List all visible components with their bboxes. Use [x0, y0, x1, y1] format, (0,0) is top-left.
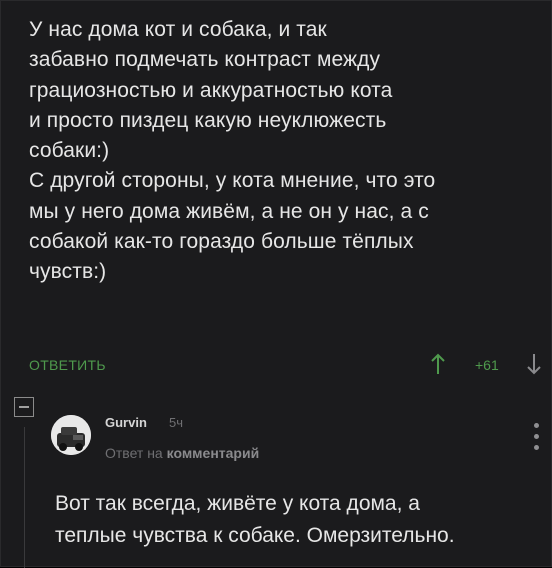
- comment-action-bar: ОТВЕТИТЬ +61: [1, 351, 552, 385]
- reply-to-link[interactable]: комментарий: [167, 445, 260, 461]
- reply-to-line: Ответ на комментарий: [105, 445, 259, 461]
- reply-timestamp: 5ч: [169, 415, 184, 430]
- thread-line: [24, 427, 25, 568]
- reply-to-prefix: Ответ на: [105, 445, 163, 461]
- reply-username[interactable]: Gurvin: [105, 415, 147, 430]
- arrow-down-icon[interactable]: [524, 352, 544, 376]
- avatar-image: [51, 415, 91, 455]
- rating-count: +61: [475, 357, 499, 373]
- arrow-up-icon[interactable]: [428, 352, 448, 376]
- post-paragraph-2: С другой стороны, у кота мнение, что это…: [29, 169, 436, 284]
- more-options-icon[interactable]: [530, 421, 542, 453]
- more-dot: [534, 445, 539, 450]
- post-comment-text: У нас дома кот и собака, и так забавно п…: [29, 15, 539, 288]
- post-paragraph-1: У нас дома кот и собака, и так забавно п…: [29, 18, 393, 163]
- reply-text: Вот так всегда, живёте у кота дома, а те…: [55, 492, 455, 547]
- collapse-thread-button[interactable]: [14, 397, 34, 417]
- reply-comment-text: Вот так всегда, живёте у кота дома, а те…: [55, 488, 549, 552]
- avatar[interactable]: [51, 415, 91, 455]
- more-dot: [534, 434, 539, 439]
- comment-card: У нас дома кот и собака, и так забавно п…: [0, 0, 552, 568]
- more-dot: [534, 423, 539, 428]
- reply-button[interactable]: ОТВЕТИТЬ: [29, 357, 106, 373]
